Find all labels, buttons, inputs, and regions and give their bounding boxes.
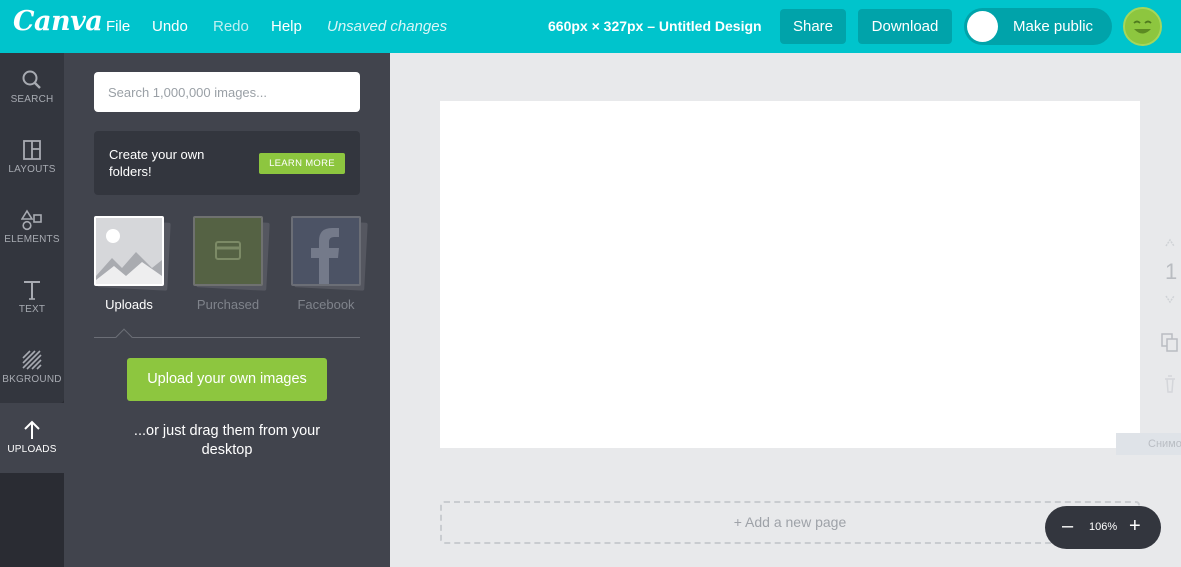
redo-button[interactable]: Redo — [213, 18, 249, 35]
image-placeholder-icon — [96, 218, 162, 284]
rail-item-uploads[interactable]: UPLOADS — [0, 403, 64, 473]
tab-facebook-label[interactable]: Facebook — [276, 297, 376, 312]
uploads-tile-image — [94, 216, 164, 286]
zoom-control: – 106% + — [1045, 506, 1161, 549]
toggle-knob — [967, 11, 998, 42]
canva-logo[interactable]: Canva — [13, 6, 103, 37]
delete-page-icon — [1165, 375, 1175, 393]
text-icon — [24, 281, 40, 300]
smiley-avatar-icon — [1125, 9, 1160, 44]
move-down-icon — [1165, 295, 1175, 304]
undo-button[interactable]: Undo — [152, 18, 188, 35]
rail-label-layouts: LAYOUTS — [8, 164, 56, 175]
upload-images-button[interactable]: Upload your own images — [127, 358, 327, 401]
avatar[interactable] — [1123, 7, 1162, 46]
tab-purchased-label[interactable]: Purchased — [178, 297, 278, 312]
rail-item-layouts[interactable]: LAYOUTS — [0, 123, 64, 193]
elements-icon — [21, 209, 42, 231]
zoom-in-button[interactable]: + — [1129, 515, 1141, 537]
credit-card-icon — [195, 218, 261, 284]
tab-facebook[interactable] — [291, 216, 368, 291]
help-menu[interactable]: Help — [271, 18, 302, 35]
zoom-out-button[interactable]: – — [1062, 515, 1073, 537]
promo-text: Create your own folders! — [109, 147, 205, 179]
facebook-tile-image — [291, 216, 361, 286]
layouts-icon — [23, 140, 41, 160]
background-icon — [22, 350, 42, 370]
tab-uploads-label[interactable]: Uploads — [79, 297, 179, 312]
page-tools-icons — [1161, 238, 1178, 393]
upload-arrow-icon — [24, 420, 40, 439]
rail-item-elements[interactable]: ELEMENTS — [0, 193, 64, 263]
save-status: Unsaved changes — [327, 18, 448, 35]
zoom-level: 106% — [1089, 521, 1118, 533]
design-canvas[interactable] — [440, 101, 1140, 448]
rail-item-search[interactable]: SEARCH — [0, 53, 64, 123]
rail-label-background: BKGROUND — [2, 374, 62, 385]
purchased-tile-image — [193, 216, 263, 286]
page-number: 1 — [1165, 259, 1178, 284]
rail-label-search: SEARCH — [10, 94, 54, 105]
rail-item-text[interactable]: TEXT — [0, 263, 64, 333]
rail-label-text: TEXT — [18, 304, 46, 315]
tab-purchased[interactable] — [193, 216, 270, 291]
rail-label-elements: ELEMENTS — [4, 234, 60, 245]
make-public-label: Make public — [1013, 18, 1094, 35]
make-public-toggle[interactable]: Make public — [964, 8, 1112, 45]
tabs-divider — [94, 337, 360, 338]
rail-item-background[interactable]: BKGROUND — [0, 333, 64, 403]
drag-hint: ...or just drag them from your desktop — [133, 423, 321, 458]
search-icon — [22, 70, 41, 89]
top-bar: Canva File Undo Redo Help Unsaved change… — [0, 0, 1181, 53]
page-tools — [1158, 232, 1181, 402]
add-page-button[interactable]: + Add a new page — [440, 501, 1140, 544]
left-rail: SEARCH LAYOUTS ELEMENTS TEXT BKGROUND UP… — [0, 53, 64, 567]
download-button[interactable]: Download — [858, 9, 952, 44]
rail-label-uploads: UPLOADS — [7, 444, 57, 455]
facebook-icon — [293, 218, 359, 284]
design-title[interactable]: 660px × 327px – Untitled Design — [548, 18, 762, 34]
uploads-panel: Create your own folders! LEARN MORE Uplo… — [64, 53, 390, 567]
move-up-icon — [1165, 238, 1175, 247]
screenshot-tooltip: Снимок — [1116, 433, 1181, 455]
share-button[interactable]: Share — [780, 9, 846, 44]
tab-uploads[interactable] — [94, 216, 171, 291]
active-tab-caret — [115, 328, 133, 346]
file-menu[interactable]: File — [106, 18, 130, 35]
image-search-input[interactable] — [94, 72, 360, 112]
learn-more-button[interactable]: LEARN MORE — [259, 153, 345, 174]
folders-promo: Create your own folders! LEARN MORE — [94, 131, 360, 195]
